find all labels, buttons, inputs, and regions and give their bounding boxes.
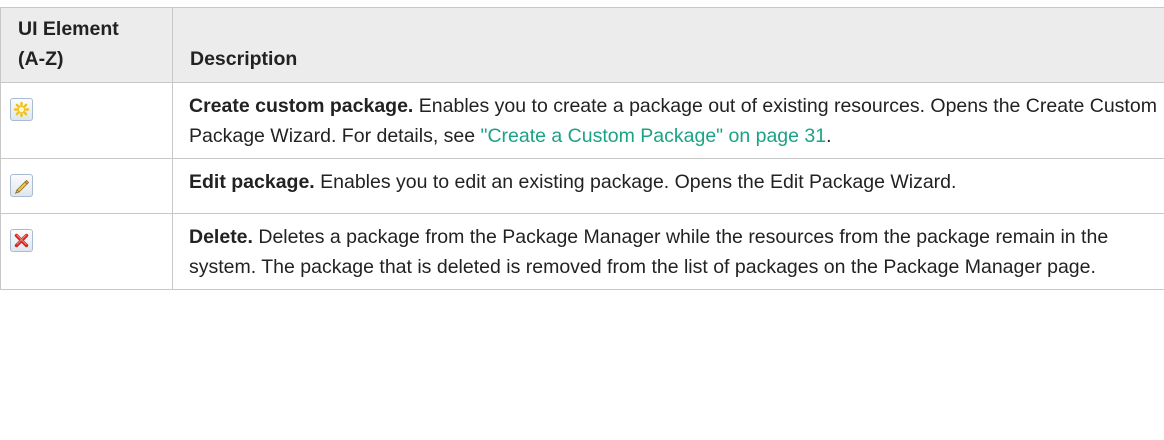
icon-cell [0,158,173,214]
header-ui-element: UI Element (A-Z) [0,7,173,83]
header-ui-element-line2: (A-Z) [18,48,64,70]
description-suffix: . [826,125,832,147]
description-text: Deletes a package from the Package Manag… [189,226,1109,278]
description-text: Enables you to edit an existing package.… [314,171,957,193]
term-create-custom-package: Create custom package. [189,95,414,117]
table-header-row: UI Element (A-Z) Description [0,7,1164,83]
create-custom-package-link[interactable]: "Create a Custom Package" on page 31 [481,125,827,147]
term-edit-package: Edit package. [189,171,315,193]
red-x-delete-icon[interactable] [10,229,33,252]
term-delete: Delete. [189,226,253,248]
icon-cell [0,82,173,159]
pencil-edit-icon[interactable] [10,174,33,197]
table-row: Edit package. Enables you to edit an exi… [0,158,1164,214]
table-row: Delete. Deletes a package from the Packa… [0,213,1164,290]
new-star-icon[interactable] [10,98,33,121]
table-row: Create custom package. Enables you to cr… [0,82,1164,159]
header-ui-element-line1: UI Element [18,18,119,40]
description-cell: Edit package. Enables you to edit an exi… [172,158,1164,214]
description-cell: Create custom package. Enables you to cr… [172,82,1164,159]
icon-cell [0,213,173,290]
description-cell: Delete. Deletes a package from the Packa… [172,213,1164,290]
ui-elements-table: UI Element (A-Z) Description Create cust… [0,7,1164,290]
header-description: Description [172,7,1164,83]
